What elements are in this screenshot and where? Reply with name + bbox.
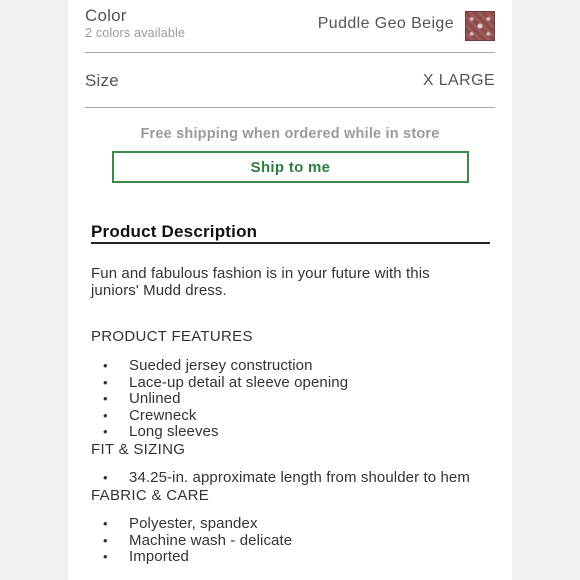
ship-to-me-button[interactable]: Ship to me [112, 151, 469, 183]
list-item: • 34.25-in. approximate length from shoul… [103, 469, 470, 486]
color-selector[interactable]: Color 2 colors available Puddle Geo Beig… [85, 0, 495, 52]
divider [85, 107, 495, 108]
fabric-care-heading: FABRIC & CARE [91, 487, 210, 504]
bullet-icon: • [103, 358, 108, 373]
color-swatch[interactable] [465, 11, 495, 41]
list-item: • Imported [103, 548, 189, 566]
bullet-icon: • [103, 407, 108, 423]
list-item: • Crewneck [103, 406, 197, 424]
list-item: • Lace-up detail at sleeve opening [103, 373, 349, 391]
colors-available-text: 2 colors available [85, 26, 186, 40]
bullet-icon: • [103, 549, 108, 565]
bullet-icon: • [103, 391, 108, 407]
bullet-icon: • [103, 374, 108, 390]
fabric-care-list: • Polyester, spandex • Machine wash - deli… [91, 515, 501, 566]
list-item: • Machine wash - delicate [103, 531, 293, 549]
bullet-icon: • [103, 532, 108, 548]
size-selector[interactable]: Size X LARGE [85, 52, 495, 108]
bullet-icon: • [103, 516, 108, 531]
list-item: • Long sleeves [103, 423, 219, 441]
product-features-heading: PRODUCT FEATURES [91, 328, 253, 345]
size-label: Size [85, 71, 119, 90]
selected-size: X LARGE [422, 72, 495, 89]
fit-sizing-heading: FIT & SIZING [91, 441, 186, 458]
bullet-icon: • [103, 424, 108, 440]
product-description-title: Product Description [91, 222, 258, 241]
product-intro-text: Fun and fabulous fashion is in your futu… [91, 265, 430, 299]
color-label: Color [85, 6, 127, 25]
fit-sizing-list: • 34.25-in. approximate length from shoul… [91, 469, 501, 487]
list-item: • Polyester, spandex [103, 515, 258, 532]
list-item: • Sueded jersey construction [103, 357, 313, 374]
selected-color-name: Puddle Geo Beige [317, 15, 454, 32]
bullet-icon: • [103, 470, 108, 485]
product-detail-panel: Color 2 colors available Puddle Geo Beig… [68, 0, 512, 580]
free-shipping-note: Free shipping when ordered while in stor… [140, 126, 440, 142]
title-underline [91, 242, 490, 244]
product-features-list: • Sueded jersey construction • Lace-up det… [91, 357, 501, 441]
list-item: • Unlined [103, 390, 181, 408]
